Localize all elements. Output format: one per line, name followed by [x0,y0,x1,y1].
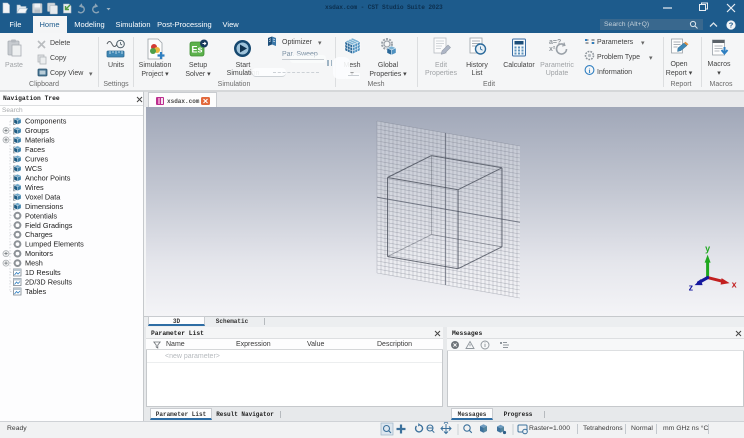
svg-text:Potentials: Potentials [25,211,57,220]
svg-text:Dimensions: Dimensions [25,202,63,211]
svg-text:Lumped Elements: Lumped Elements [25,240,84,249]
svg-text:Anchor Points: Anchor Points [25,173,71,182]
svg-text:2D/3D Results: 2D/3D Results [25,278,72,287]
svg-text:Monitors: Monitors [25,249,53,258]
svg-text:Es: Es [191,45,202,55]
svg-text:?: ? [729,21,734,30]
svg-text:Groups: Groups [25,126,49,135]
svg-text:Wires: Wires [25,183,44,192]
svg-text:z: z [689,283,694,293]
svg-text:Materials: Materials [25,136,55,145]
svg-text:Voxel Data: Voxel Data [25,192,61,201]
svg-text:Components: Components [25,117,67,126]
svg-text:x: x [732,280,737,290]
svg-text:Charges: Charges [25,230,53,239]
svg-text:x²: x² [549,46,556,53]
svg-text:Mesh: Mesh [25,259,43,268]
svg-text:Field Gradings: Field Gradings [25,221,73,230]
svg-text:1D Results: 1D Results [25,268,61,277]
svg-text:i: i [589,68,591,75]
svg-text:WCS: WCS [25,164,42,173]
svg-text:Curves: Curves [25,155,48,164]
svg-text:Tables: Tables [25,287,46,296]
svg-text:y: y [705,244,710,254]
svg-text:Faces: Faces [25,145,45,154]
